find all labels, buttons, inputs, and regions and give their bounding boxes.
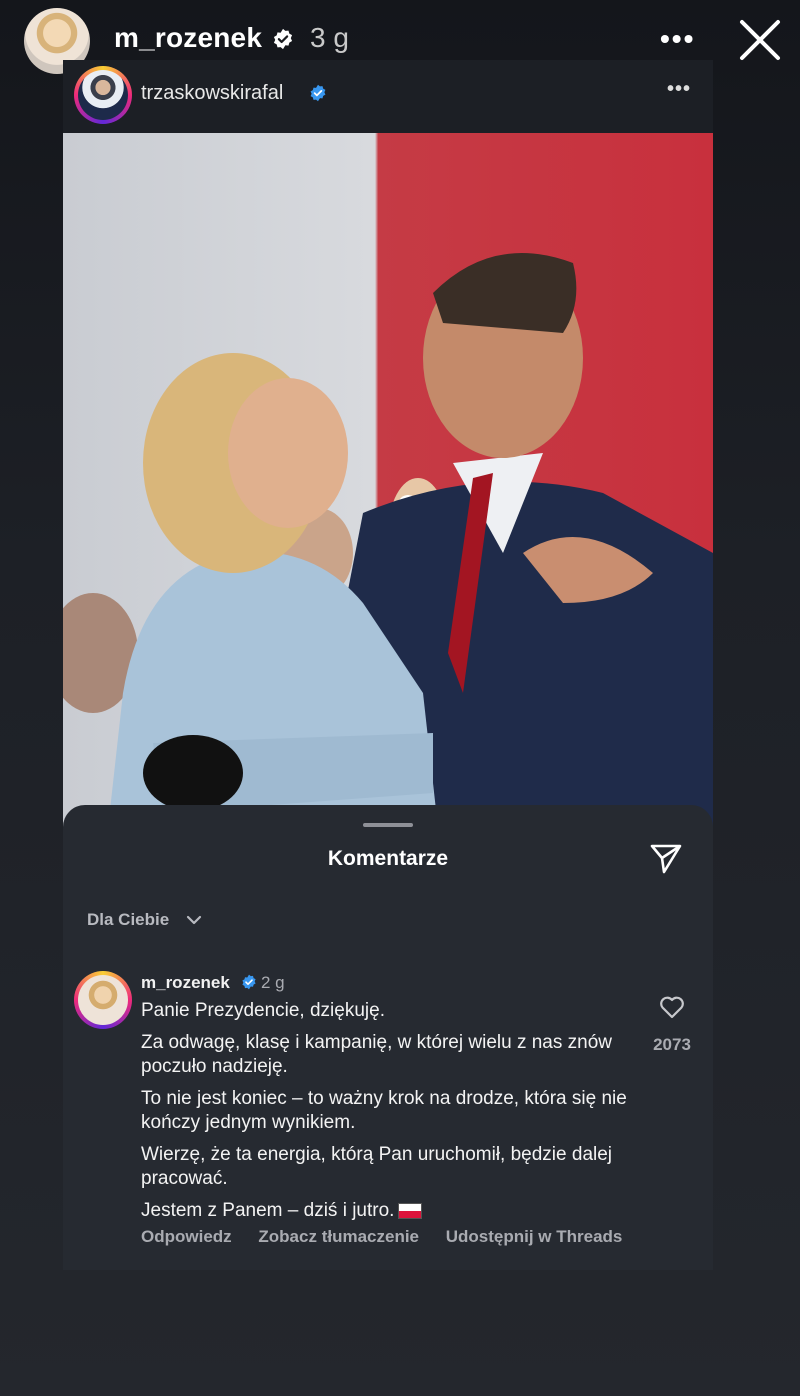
chevron-down-icon[interactable] [185,911,203,929]
comment-time: 2 g [261,973,285,992]
share-threads-button[interactable]: Udostępnij w Threads [446,1227,623,1246]
shared-post-card[interactable]: trzaskowskirafal ••• Komentarze Dla Cieb… [63,60,713,1270]
story-time: 3 g [310,22,349,53]
comment-avatar-ring[interactable] [74,971,132,1029]
reply-button[interactable]: Odpowiedz [141,1227,232,1246]
sheet-drag-handle[interactable] [363,823,413,827]
comment-paragraph: Wierzę, że ta energia, którą Pan uruchom… [141,1144,613,1189]
post-avatar [78,70,128,120]
comment-paragraph: Panie Prezydencie, dziękuję. [141,1000,385,1021]
see-translation-button[interactable]: Zobacz tłumaczenie [258,1227,419,1246]
comment-avatar [78,975,128,1025]
comments-title: Komentarze [327,847,449,870]
story-more-button[interactable]: ••• [660,24,700,54]
comments-sheet: Komentarze Dla Ciebie m_rozenek 2 g Pani… [63,805,713,1270]
sort-filter-label[interactable]: Dla Ciebie [87,910,169,930]
post-photo-illustration [63,253,713,873]
verified-badge-icon [242,974,256,990]
comment-paragraph-last: Jestem z Panem – dziś i jutro. [141,1199,641,1223]
comment-paragraph: Jestem z Panem – dziś i jutro. [141,1200,395,1221]
close-icon[interactable] [736,16,784,64]
verified-badge-icon [273,28,293,50]
post-photo[interactable] [63,133,713,873]
post-header: trzaskowskirafal ••• [63,60,713,132]
send-icon[interactable] [649,841,683,875]
comment-paragraph: Za odwagę, klasę i kampanię, w której wi… [141,1032,613,1077]
comment-paragraph: To nie jest koniec – to ważny krok na dr… [141,1088,627,1133]
comment-item: m_rozenek 2 g Panie Prezydencie, dziękuj… [63,963,713,1263]
verified-badge-icon [310,84,326,102]
comment-username[interactable]: m_rozenek [141,973,230,993]
like-count: 2073 [653,1035,691,1054]
post-avatar-ring[interactable] [74,66,132,124]
comment-text: Panie Prezydencie, dziękuję. Za odwagę, … [141,999,641,1231]
poland-flag-icon [398,1202,423,1219]
story-username[interactable]: m_rozenek [114,22,262,54]
post-more-button[interactable]: ••• [667,78,697,102]
comment-actions: Odpowiedz Zobacz tłumaczenie Udostępnij … [141,1227,644,1247]
post-username[interactable]: trzaskowskirafal [141,82,283,105]
heart-icon[interactable] [659,995,685,1019]
